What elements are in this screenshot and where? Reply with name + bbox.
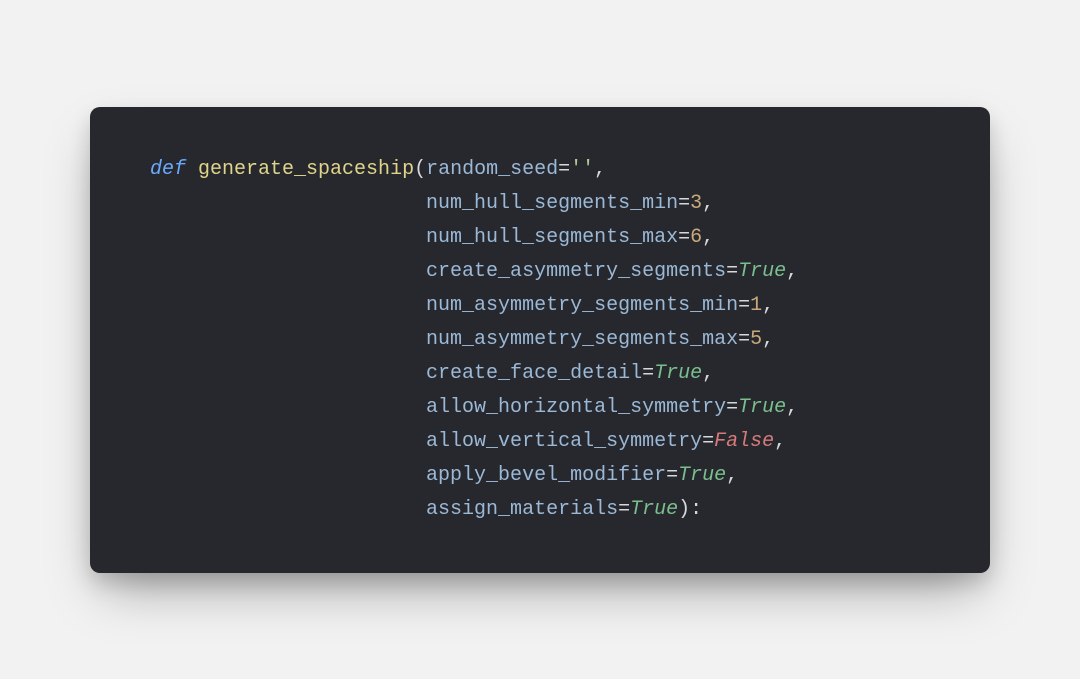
- param-name: create_face_detail: [426, 362, 642, 385]
- align-indent: [150, 396, 426, 419]
- param-name: num_hull_segments_max: [426, 226, 678, 249]
- equals-sign: =: [558, 158, 570, 181]
- param-value: True: [738, 260, 786, 283]
- param-value: True: [738, 396, 786, 419]
- align-indent: [150, 362, 426, 385]
- comma: ,: [702, 226, 714, 249]
- param-name: assign_materials: [426, 498, 618, 521]
- equals-sign: =: [618, 498, 630, 521]
- align-indent: [150, 464, 426, 487]
- param-value: '': [570, 158, 594, 181]
- code-card: def generate_spaceship(random_seed='', n…: [90, 107, 990, 573]
- equals-sign: =: [678, 192, 690, 215]
- param-name: num_asymmetry_segments_min: [426, 294, 738, 317]
- equals-sign: =: [726, 396, 738, 419]
- param-name: allow_vertical_symmetry: [426, 430, 702, 453]
- comma: ,: [594, 158, 606, 181]
- param-name: random_seed: [426, 158, 558, 181]
- param-name: num_asymmetry_segments_max: [426, 328, 738, 351]
- comma: ,: [786, 260, 798, 283]
- comma: ,: [762, 294, 774, 317]
- comma: ,: [702, 362, 714, 385]
- param-name: create_asymmetry_segments: [426, 260, 726, 283]
- align-indent: [150, 226, 426, 249]
- param-value: 6: [690, 226, 702, 249]
- param-value: 5: [750, 328, 762, 351]
- open-paren: (: [414, 158, 426, 181]
- function-name: generate_spaceship: [198, 158, 414, 181]
- param-value: 1: [750, 294, 762, 317]
- comma: ,: [786, 396, 798, 419]
- equals-sign: =: [738, 294, 750, 317]
- param-value: True: [654, 362, 702, 385]
- keyword-def: def: [150, 158, 186, 181]
- close-paren-colon: ):: [678, 498, 702, 521]
- equals-sign: =: [678, 226, 690, 249]
- code-block: def generate_spaceship(random_seed='', n…: [150, 153, 930, 527]
- align-indent: [150, 260, 426, 283]
- param-name: num_hull_segments_min: [426, 192, 678, 215]
- param-value: False: [714, 430, 774, 453]
- equals-sign: =: [738, 328, 750, 351]
- page-stage: def generate_spaceship(random_seed='', n…: [0, 0, 1080, 679]
- align-indent: [150, 430, 426, 453]
- param-name: allow_horizontal_symmetry: [426, 396, 726, 419]
- equals-sign: =: [726, 260, 738, 283]
- comma: ,: [726, 464, 738, 487]
- comma: ,: [702, 192, 714, 215]
- align-indent: [150, 294, 426, 317]
- comma: ,: [762, 328, 774, 351]
- align-indent: [150, 328, 426, 351]
- param-name: apply_bevel_modifier: [426, 464, 666, 487]
- param-value: True: [630, 498, 678, 521]
- equals-sign: =: [666, 464, 678, 487]
- align-indent: [150, 498, 426, 521]
- param-value: 3: [690, 192, 702, 215]
- param-value: True: [678, 464, 726, 487]
- equals-sign: =: [702, 430, 714, 453]
- equals-sign: =: [642, 362, 654, 385]
- align-indent: [150, 192, 426, 215]
- comma: ,: [774, 430, 786, 453]
